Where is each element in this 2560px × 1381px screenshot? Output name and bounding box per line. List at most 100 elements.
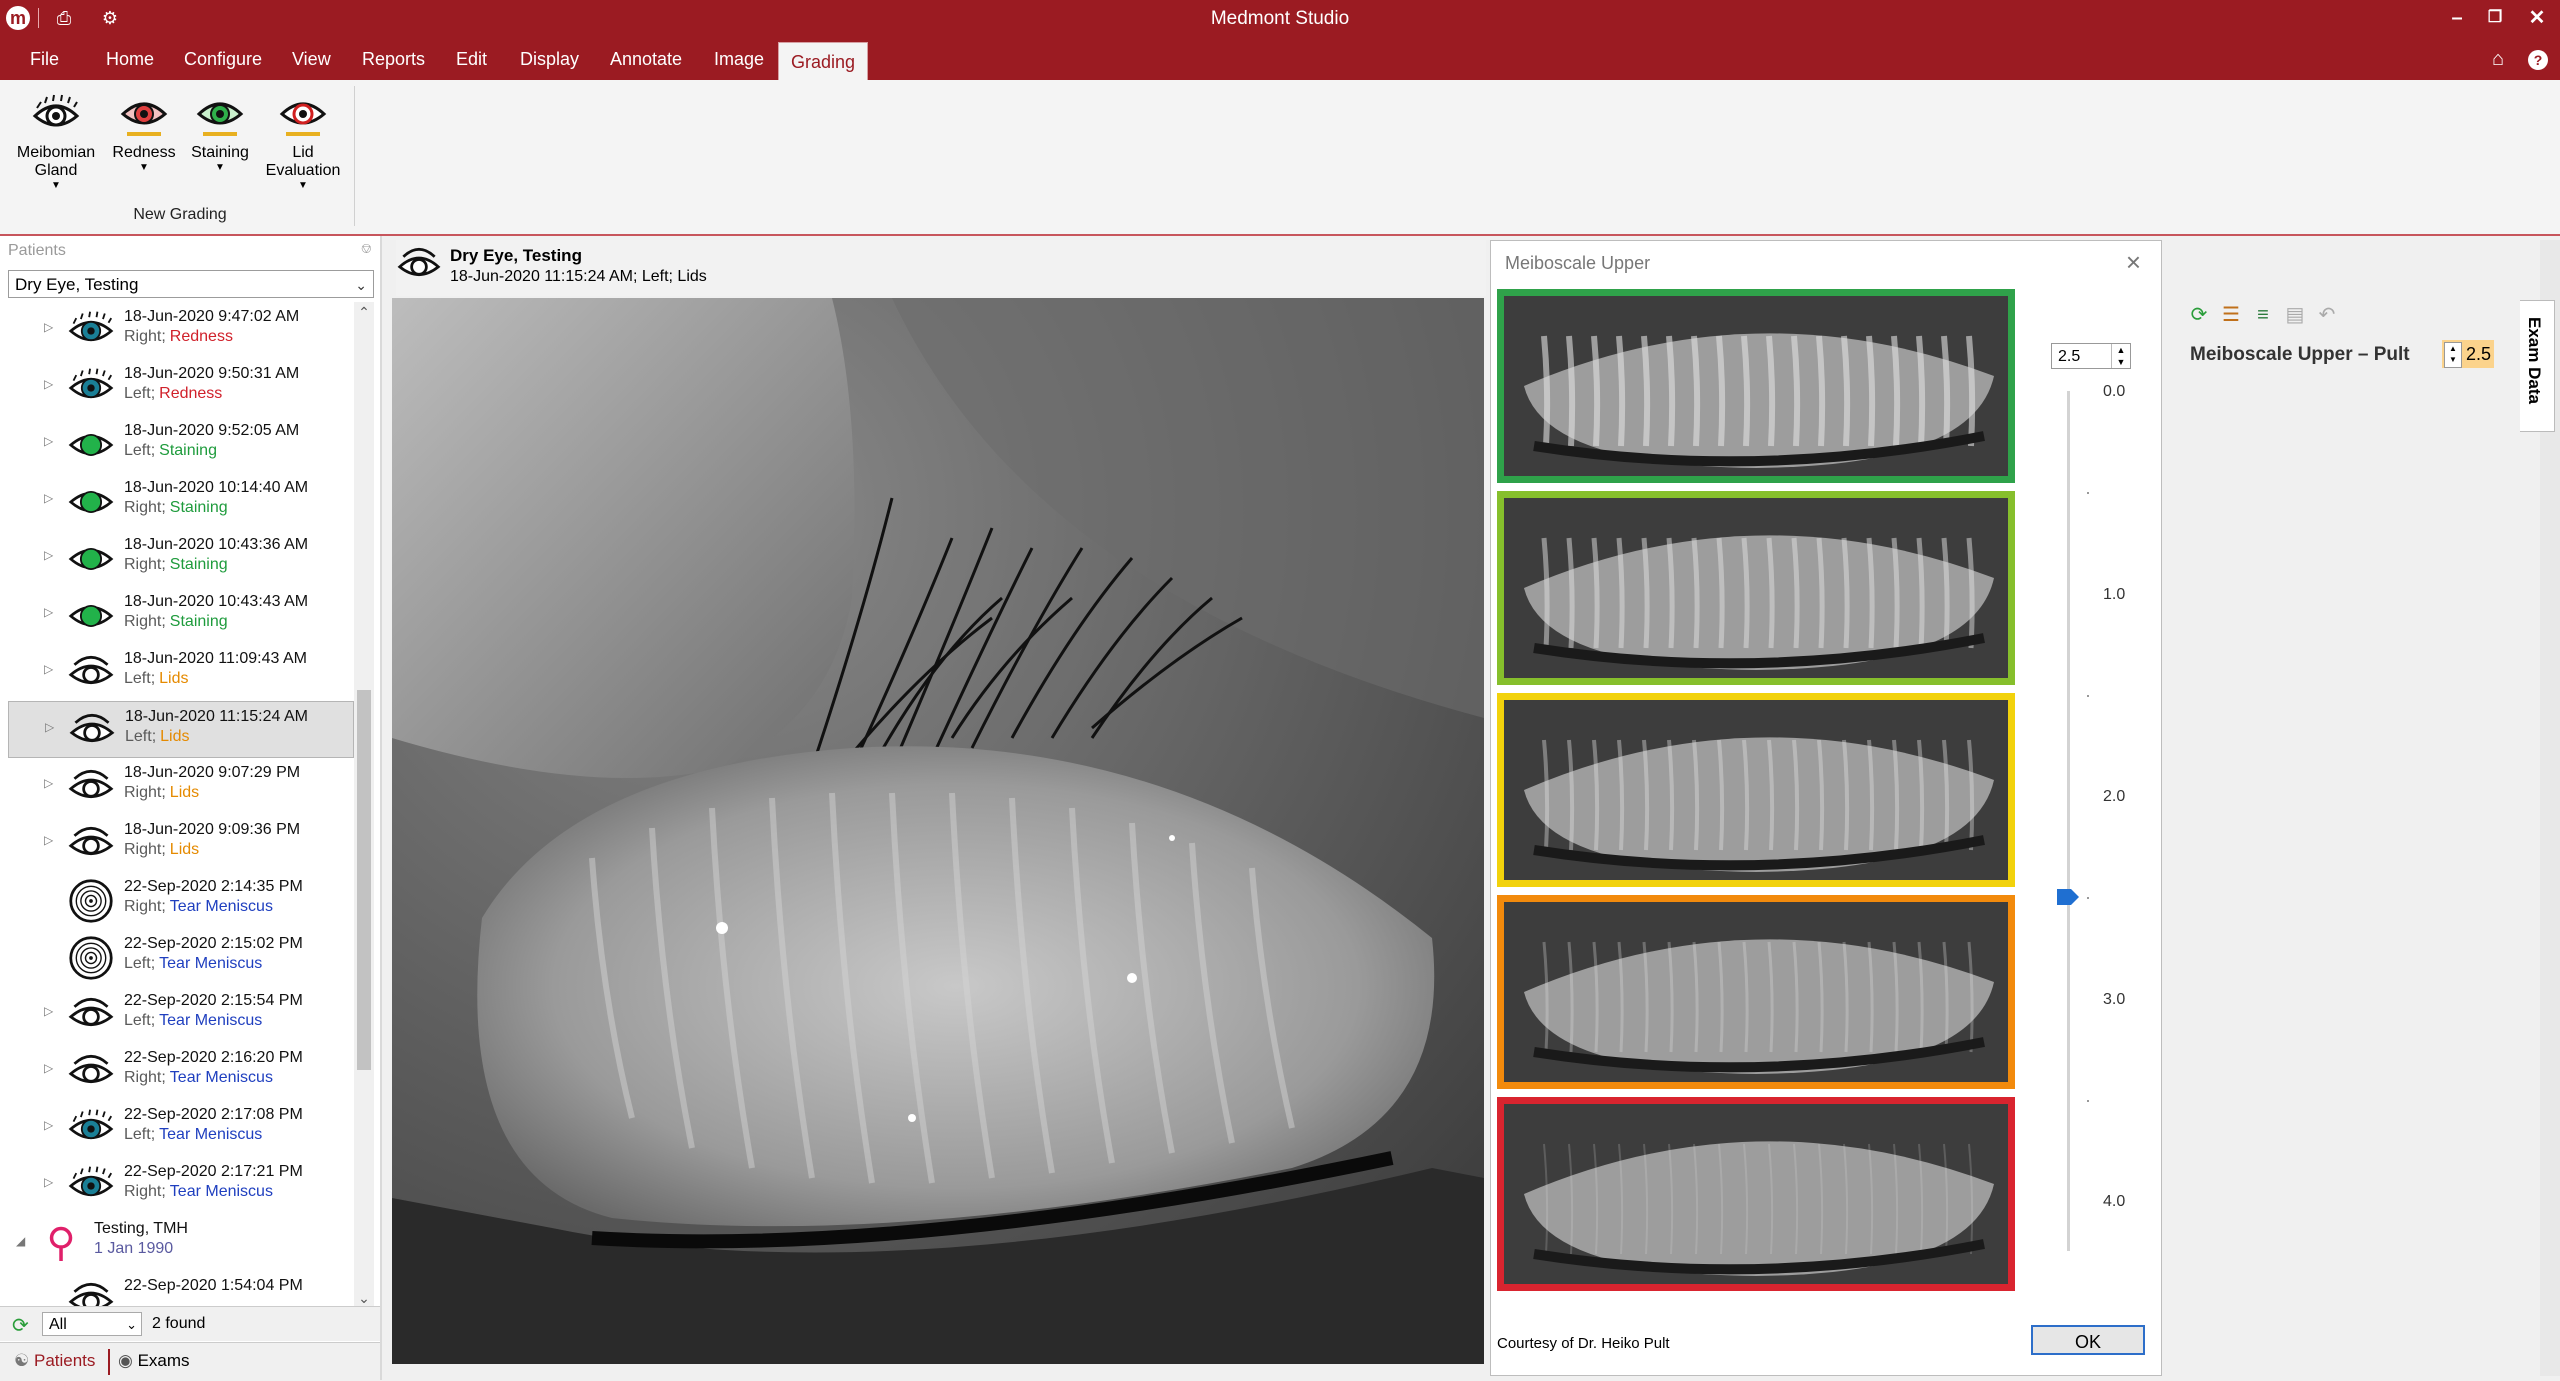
tab-exams[interactable]: ◉ Exams bbox=[118, 1351, 190, 1371]
exam-date: 18-Jun-2020 11:09:43 AM bbox=[124, 650, 307, 667]
exam-side: Left; bbox=[124, 1012, 156, 1029]
exam-date: 22-Sep-2020 1:54:04 PM bbox=[124, 1277, 303, 1294]
menu-grading[interactable]: Grading bbox=[778, 42, 869, 81]
exam-row[interactable]: ▷ 22-Sep-2020 2:17:08 PM Left; Tear Meniscu… bbox=[8, 1100, 354, 1157]
menu-configure[interactable]: Configure bbox=[172, 38, 274, 80]
meibomian-gland-button[interactable]: Meibomian Gland ▼ bbox=[10, 90, 102, 192]
exam-row[interactable]: ▷ 18-Jun-2020 10:14:40 AM Right; Staining bbox=[8, 473, 354, 530]
expand-icon[interactable]: ▷ bbox=[45, 720, 54, 734]
meiboscale-reference-image[interactable] bbox=[1497, 289, 2015, 483]
scroll-up-icon[interactable]: ⌃ bbox=[354, 304, 374, 321]
undo-icon[interactable]: ↶ bbox=[2314, 302, 2340, 328]
list-icon[interactable]: ☰ bbox=[2218, 302, 2244, 328]
menu-annotate[interactable]: Annotate bbox=[598, 38, 694, 80]
side-tab-exam-data[interactable]: Exam Data bbox=[2520, 300, 2555, 432]
grade-input[interactable]: 2.5 ▲ ▼ bbox=[2051, 343, 2131, 369]
meiboscale-reference-image[interactable] bbox=[1497, 491, 2015, 685]
exam-row[interactable]: ▷ 18-Jun-2020 9:50:31 AM Left; Redness bbox=[8, 359, 354, 416]
close-button[interactable]: ✕ bbox=[2520, 4, 2554, 32]
filter-select[interactable]: All ⌄ bbox=[42, 1312, 142, 1336]
lid-evaluation-button[interactable]: Lid Evaluation ▼ bbox=[258, 90, 348, 192]
chevron-down-icon: ▼ bbox=[215, 162, 225, 173]
expand-icon[interactable]: ▷ bbox=[44, 776, 53, 790]
exam-row[interactable]: ▷ 22-Sep-2020 2:16:20 PM Right; Tear Menisc… bbox=[8, 1043, 354, 1100]
grade-slider-thumb[interactable] bbox=[2057, 889, 2079, 906]
exam-field-label: Meiboscale Upper – Pult bbox=[2190, 344, 2410, 365]
scrollbar-thumb[interactable] bbox=[357, 690, 371, 1070]
exam-date: 22-Sep-2020 2:15:54 PM bbox=[124, 992, 303, 1009]
menu-edit[interactable]: Edit bbox=[444, 38, 499, 80]
exam-row[interactable]: ▷ 18-Jun-2020 9:07:29 PM Right; Lids bbox=[8, 758, 354, 815]
menu-display[interactable]: Display bbox=[508, 38, 591, 80]
exam-row[interactable]: 22-Sep-2020 2:15:02 PM Left; Tear Meniscus bbox=[8, 929, 354, 986]
redness-button[interactable]: Redness ▼ bbox=[104, 90, 184, 174]
home-icon[interactable]: ⌂ bbox=[2480, 38, 2516, 80]
exam-row[interactable]: ▷ 18-Jun-2020 9:47:02 AM Right; Redness bbox=[8, 302, 354, 359]
exam-row[interactable]: ▷ 18-Jun-2020 9:09:36 PM Right; Lids bbox=[8, 815, 354, 872]
meiboscale-reference-image[interactable] bbox=[1497, 895, 2015, 1089]
grade-slider-track[interactable] bbox=[2067, 391, 2070, 1251]
menu-reports[interactable]: Reports bbox=[350, 38, 437, 80]
staining-button[interactable]: Staining ▼ bbox=[184, 90, 256, 174]
expand-icon[interactable]: ▷ bbox=[44, 377, 53, 391]
expand-icon[interactable]: ▷ bbox=[44, 1118, 53, 1132]
collapse-icon[interactable]: ◢ bbox=[16, 1234, 25, 1248]
patient-row[interactable]: ◢ ⚲ Testing, TMH 1 Jan 1990 bbox=[8, 1214, 354, 1271]
exam-row[interactable]: ▷ 22-Sep-2020 2:15:54 PM Left; Tear Meniscu… bbox=[8, 986, 354, 1043]
menu-image[interactable]: Image bbox=[702, 38, 776, 80]
exam-row[interactable]: 22-Sep-2020 2:14:35 PM Right; Tear Meniscu… bbox=[8, 872, 354, 929]
save-icon[interactable]: ▤ bbox=[2282, 302, 2308, 328]
exam-row[interactable]: ▷ 18-Jun-2020 10:43:36 AM Right; Staining bbox=[8, 530, 354, 587]
refresh-icon[interactable]: ⟳ bbox=[2186, 302, 2212, 328]
exam-subtitle: Right; Staining bbox=[124, 499, 228, 517]
exam-row[interactable]: ▷ 18-Jun-2020 9:52:05 AM Left; Staining bbox=[8, 416, 354, 473]
expand-icon[interactable]: ▷ bbox=[44, 320, 53, 334]
exam-type: Lids bbox=[169, 841, 200, 858]
exam-row[interactable]: ▷ 18-Jun-2020 11:09:43 AM Left; Lids bbox=[8, 644, 354, 701]
expand-icon[interactable]: ▷ bbox=[44, 605, 53, 619]
exam-date: 18-Jun-2020 10:43:43 AM bbox=[124, 593, 309, 610]
dialog-close-icon[interactable]: × bbox=[2126, 247, 2141, 278]
scale-tick-label: 0.0 bbox=[2103, 383, 2126, 400]
help-icon[interactable]: ? bbox=[2516, 38, 2560, 80]
meibomian-eye-icon bbox=[32, 94, 80, 127]
tab-patients[interactable]: ☯ Patients bbox=[14, 1351, 95, 1371]
menu-file[interactable]: File bbox=[18, 38, 71, 80]
spinner-icon[interactable]: ▲ ▼ bbox=[2444, 342, 2462, 368]
scale-minor-tick bbox=[2087, 492, 2089, 495]
eyelid-image-viewer[interactable] bbox=[392, 298, 1484, 1364]
expand-icon[interactable]: ▷ bbox=[44, 1004, 53, 1018]
expand-icon[interactable]: ▷ bbox=[44, 491, 53, 505]
expand-icon[interactable]: ▷ bbox=[44, 548, 53, 562]
patient-select[interactable]: Dry Eye, Testing ⌄ bbox=[8, 270, 374, 298]
image-credit: Courtesy of Dr. Heiko Pult bbox=[1497, 1335, 1670, 1352]
refresh-icon[interactable]: ⟳ bbox=[12, 1313, 29, 1338]
eye-icon: ◉ bbox=[118, 1351, 133, 1370]
expand-icon[interactable]: ▷ bbox=[44, 434, 53, 448]
expand-icon[interactable]: ▷ bbox=[44, 662, 53, 676]
exam-row[interactable]: ▷ 18-Jun-2020 11:15:24 AM Left; Lids bbox=[8, 701, 354, 758]
side-tab-label: Exam Data bbox=[2525, 317, 2544, 404]
scroll-down-icon[interactable]: ⌄ bbox=[354, 1290, 374, 1307]
exam-field-value-text: 2.5 bbox=[2466, 344, 2492, 364]
exam-list-scrollbar[interactable]: ⌃ ⌄ bbox=[354, 302, 374, 1312]
expand-icon[interactable]: ▷ bbox=[44, 1061, 53, 1075]
viewer-exam-info: 18-Jun-2020 11:15:24 AM; Left; Lids bbox=[450, 268, 707, 285]
minimize-button[interactable]: – bbox=[2440, 4, 2474, 32]
patient-name: Testing, TMH bbox=[94, 1220, 188, 1237]
menu-view[interactable]: View bbox=[280, 38, 343, 80]
exam-field-value[interactable]: ▲ ▼ 2.5 bbox=[2442, 340, 2494, 368]
exam-row[interactable]: ▷ 22-Sep-2020 2:17:21 PM Right; Tear Menisc… bbox=[8, 1157, 354, 1214]
spinner-icon[interactable]: ▲ ▼ bbox=[2111, 344, 2130, 368]
pin-icon[interactable]: ⎊ bbox=[361, 240, 372, 257]
expand-icon[interactable]: ▷ bbox=[44, 833, 53, 847]
restore-button[interactable]: ❐ bbox=[2478, 4, 2512, 32]
exam-row[interactable]: ▷ 18-Jun-2020 10:43:43 AM Right; Staining bbox=[8, 587, 354, 644]
ok-button[interactable]: OK bbox=[2031, 1325, 2145, 1355]
meiboscale-reference-image[interactable] bbox=[1497, 1097, 2015, 1291]
menu-home[interactable]: Home bbox=[94, 38, 166, 80]
ribbon-separator bbox=[354, 86, 355, 226]
indent-list-icon[interactable]: ≡ bbox=[2250, 302, 2276, 328]
expand-icon[interactable]: ▷ bbox=[44, 1175, 53, 1189]
meiboscale-reference-image[interactable] bbox=[1497, 693, 2015, 887]
